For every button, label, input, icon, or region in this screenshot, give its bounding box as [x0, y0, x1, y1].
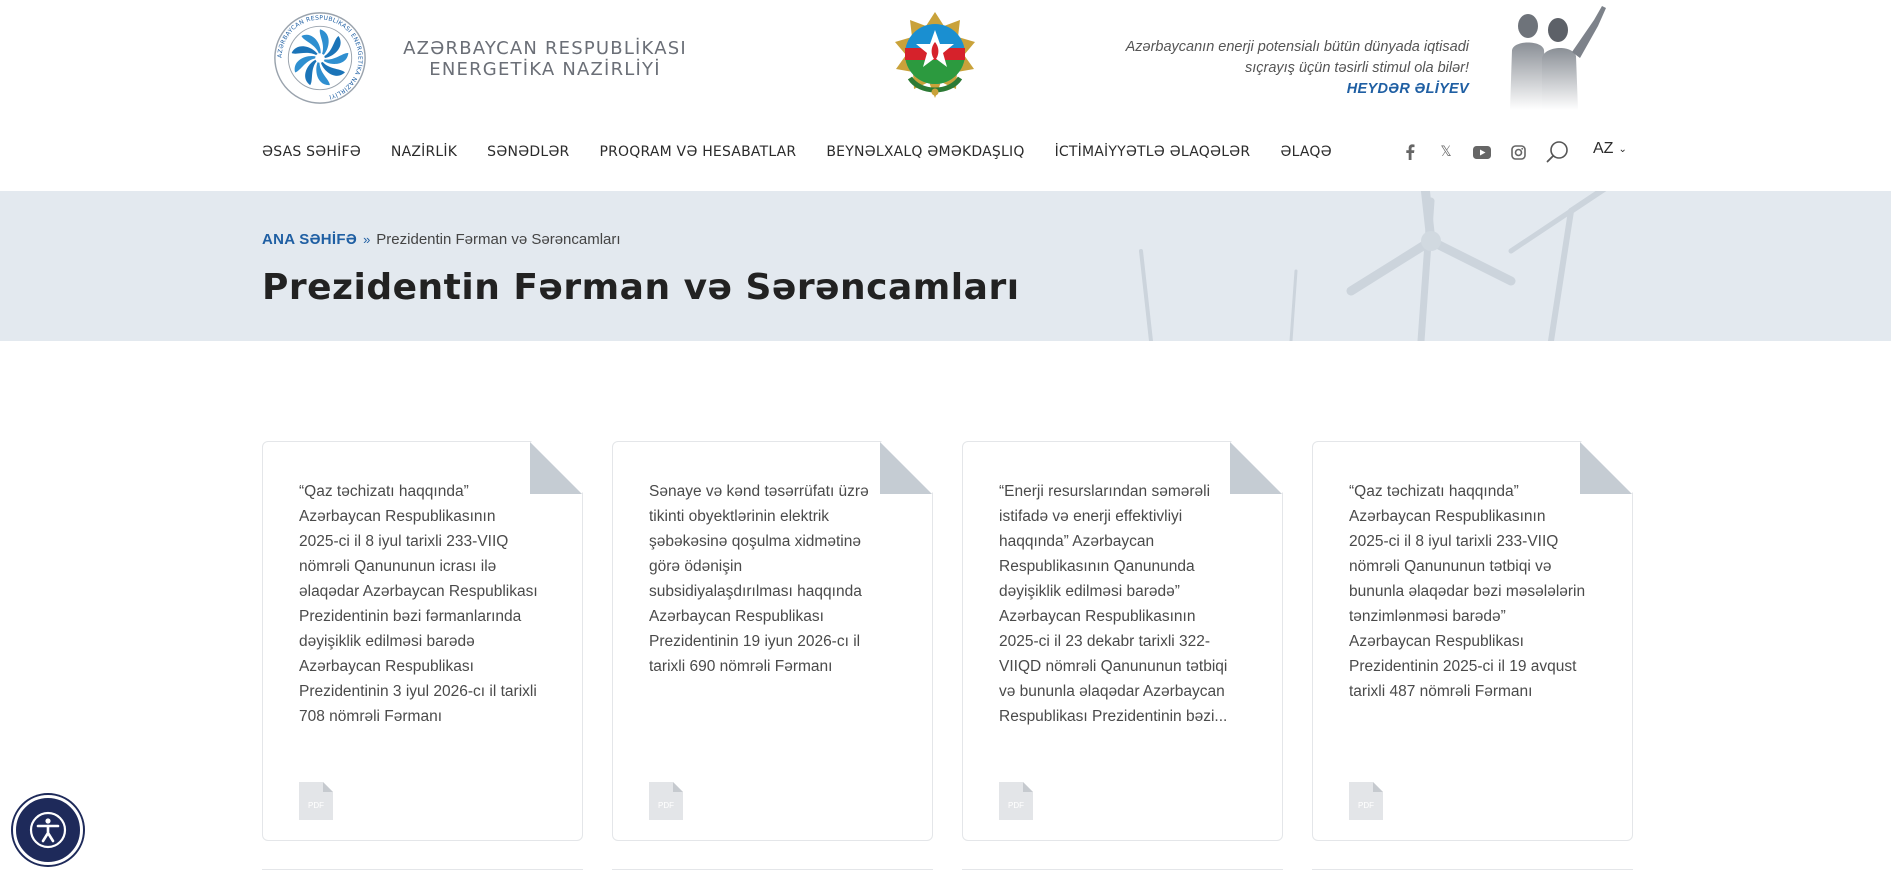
chevron-down-icon: ⌄ — [1618, 143, 1627, 155]
breadcrumb-separator: » — [363, 232, 371, 247]
pdf-label: PDF — [308, 801, 324, 810]
ministry-name-line1: AZƏRBAYCAN RESPUBLİKASI — [403, 38, 687, 59]
decree-card[interactable]: “Qaz təchizatı haqqında” Azərbaycan Resp… — [1312, 441, 1633, 841]
breadcrumb-current: Prezidentin Fərman və Sərəncamları — [376, 231, 621, 248]
pdf-label: PDF — [658, 801, 674, 810]
decree-card[interactable]: “Qaz təchizatı haqqında” Azərbaycan Resp… — [262, 441, 583, 841]
instagram-icon[interactable] — [1508, 142, 1528, 162]
decree-card-text: “Qaz təchizatı haqqında” Azərbaycan Resp… — [299, 483, 538, 725]
nav-item-ministry[interactable]: NAZİRLİK — [391, 144, 457, 160]
card-stub — [962, 869, 1283, 873]
quote-line2: sıçrayış üçün təsirli stimul ola bilər! — [1244, 60, 1469, 76]
decree-card-text: “Qaz təchizatı haqqında” Azərbaycan Resp… — [1349, 483, 1586, 700]
nav-item-international[interactable]: BEYNƏLXALQ ƏMƏKDAŞLIQ — [826, 144, 1024, 160]
quote-line1: Azərbaycanın enerji potensialı bütün dün… — [1125, 39, 1469, 55]
language-selector[interactable]: AZ ⌄ — [1593, 140, 1627, 158]
pdf-icon[interactable]: PDF — [299, 782, 333, 820]
pdf-icon[interactable]: PDF — [649, 782, 683, 820]
language-label: AZ — [1593, 140, 1614, 157]
pdf-label: PDF — [1358, 801, 1374, 810]
pdf-icon[interactable]: PDF — [1349, 782, 1383, 820]
wind-turbine-background — [1139, 191, 1607, 341]
quote-author: HEYDƏR ƏLİYEV — [1346, 81, 1469, 97]
card-stub — [262, 869, 583, 873]
accessibility-icon — [29, 811, 67, 849]
youtube-icon[interactable] — [1472, 142, 1492, 162]
card-stub — [612, 869, 933, 873]
breadcrumb-home-link[interactable]: ANA SƏHİFƏ — [262, 231, 357, 248]
nav-item-home[interactable]: ƏSAS SƏHİFƏ — [262, 144, 361, 160]
ministry-name[interactable]: AZƏRBAYCAN RESPUBLİKASI ENERGETİKA NAZİR… — [380, 38, 710, 80]
breadcrumb: ANA SƏHİFƏ » Prezidentin Fərman və Sərən… — [262, 231, 621, 248]
nav-item-programs-reports[interactable]: PROQRAM VƏ HESABATLAR — [599, 144, 796, 160]
decree-card-list: “Qaz təchizatı haqqında” Azərbaycan Resp… — [262, 441, 1633, 841]
main-nav: ƏSAS SƏHİFƏ NAZİRLİK SƏNƏDLƏR PROQRAM VƏ… — [262, 140, 1362, 164]
facebook-icon[interactable] — [1400, 142, 1420, 162]
accessibility-button[interactable] — [13, 795, 83, 865]
decree-card[interactable]: Sənaye və kənd təsərrüfatı üzrə tikinti … — [612, 441, 933, 841]
x-glyph: 𝕏 — [1440, 144, 1452, 160]
quote-text: Azərbaycanın enerji potensialı bütün dün… — [1089, 37, 1469, 79]
coat-of-arms-icon — [895, 12, 975, 98]
page-title: Prezidentin Fərman və Sərəncamları — [262, 267, 1020, 308]
pdf-label: PDF — [1008, 801, 1024, 810]
decree-card-text: “Enerji resurslarından səmərəli istifadə… — [999, 483, 1228, 725]
site-header: AZƏRBAYCAN RESPUBLİKASI ENERGETİKA NAZİR… — [0, 0, 1891, 115]
page-banner: ANA SƏHİFƏ » Prezidentin Fərman və Sərən… — [0, 191, 1891, 341]
pdf-icon[interactable]: PDF — [999, 782, 1033, 820]
ministry-logo-icon[interactable]: AZƏRBAYCAN RESPUBLİKASI ENERGETİKA NAZİR… — [272, 10, 368, 106]
ministry-name-line2: ENERGETİKA NAZİRLİYİ — [429, 59, 661, 80]
nav-item-documents[interactable]: SƏNƏDLƏR — [487, 144, 569, 160]
card-stub — [1312, 869, 1633, 873]
decree-card-text: Sənaye və kənd təsərrüfatı üzrə tikinti … — [649, 483, 869, 675]
portrait-image — [1510, 6, 1606, 110]
decree-card[interactable]: “Enerji resurslarından səmərəli istifadə… — [962, 441, 1283, 841]
search-icon[interactable] — [1545, 139, 1571, 165]
nav-item-public-relations[interactable]: İCTİMAİYYƏTLƏ ƏLAQƏLƏR — [1055, 144, 1251, 160]
x-icon[interactable]: 𝕏 — [1436, 142, 1456, 162]
next-card-row — [262, 869, 1633, 873]
social-links: 𝕏 — [1400, 140, 1544, 164]
nav-item-contact[interactable]: ƏLAQƏ — [1280, 144, 1332, 160]
